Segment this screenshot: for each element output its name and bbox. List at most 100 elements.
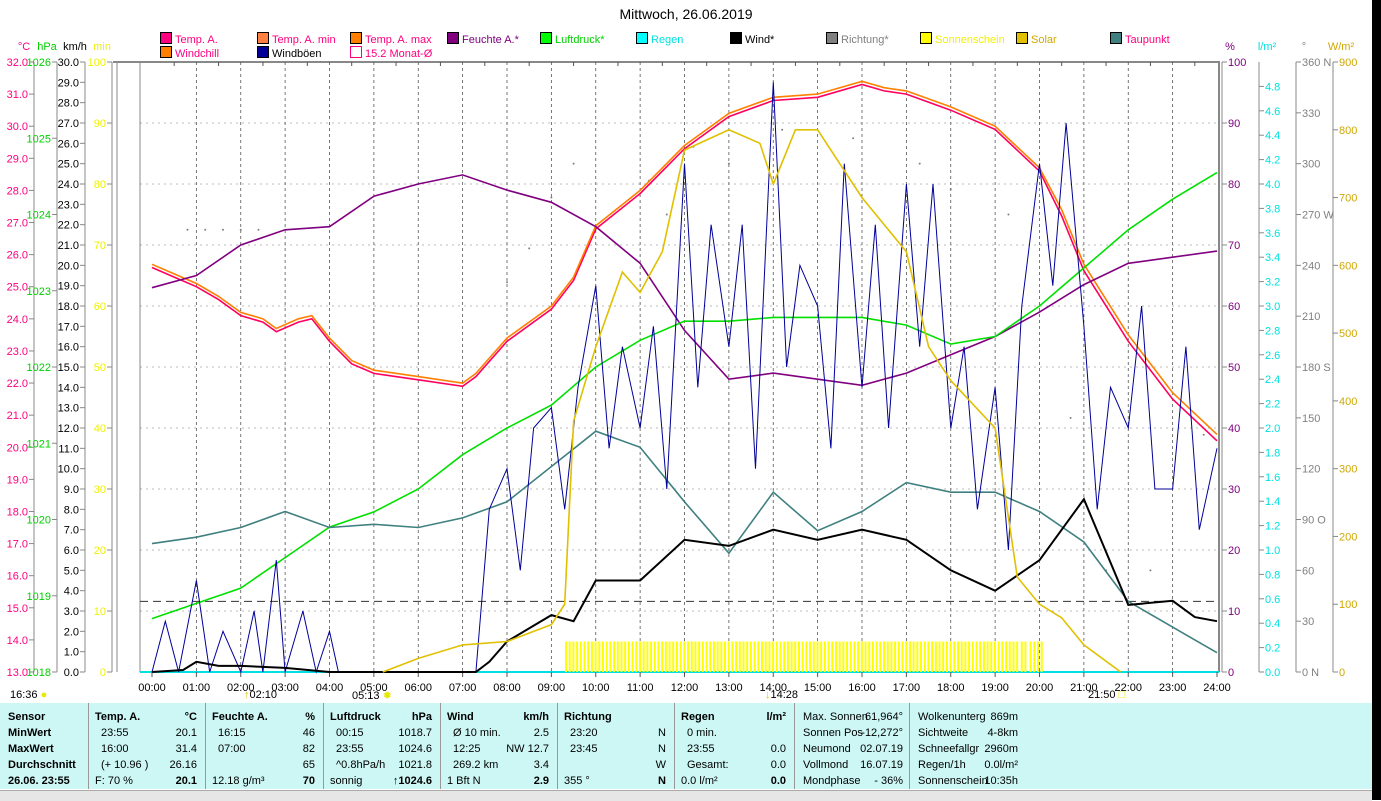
axis-tick-label-pct: 70 [1228, 240, 1240, 252]
x-tick-label: 10:00 [582, 682, 610, 694]
axis-tick-label-temp: 24.0 [7, 314, 28, 326]
row-label-max: MaxWert [8, 743, 54, 755]
axis-tick-label-rain: 1.0 [1265, 545, 1280, 557]
sensor-column: Sensor MinWert MaxWert Durchschnitt 26.0… [0, 703, 89, 789]
axis-tick-label-kmh: 13.0 [58, 403, 79, 415]
temp-column: Temp. A. °C 23:55 20.1 16:00 31.4 (+ 10.96 ) 26… [89, 703, 206, 789]
direction-point [572, 162, 575, 165]
x-tick-label: 13:00 [715, 682, 743, 694]
axis-tick-label-wm2: 900 [1339, 57, 1357, 69]
axis-tick-label-rain: 1.4 [1265, 496, 1280, 508]
luftdruck-row-label: 00:15 [336, 727, 364, 739]
wind-row-label: 269.2 km [453, 759, 499, 771]
luftdruck-row-value: 1024.6 [398, 743, 432, 755]
chart-canvas: 00:00 01:00 02:00 03:00 04:00 05:00 06:00 07:00… [7, 41, 1358, 694]
sonne-label: Mondphase [803, 775, 861, 787]
sun-icon: ✹ [382, 690, 392, 702]
axis-tick-label-temp: 23.0 [7, 346, 28, 358]
axis-tick-label-rain: 3.2 [1265, 277, 1280, 289]
direction-point [781, 128, 784, 131]
axis-tick-label-wm2: 500 [1339, 328, 1357, 340]
direction-point [727, 162, 730, 165]
axis-tick-label-kmh: 14.0 [58, 382, 79, 394]
axis-tick-label-kmh: 22.0 [58, 220, 79, 232]
axis-tick-label-kmh: 28.0 [58, 98, 79, 110]
axis-unit-temp: °C [18, 41, 30, 53]
axis-tick-label-min: 90 [94, 118, 106, 130]
row-label-min: MinWert [8, 727, 52, 739]
luftdruck-row-label: sonnig [330, 775, 363, 787]
axis-tick-label-pct: 100 [1228, 57, 1246, 69]
axis-tick-label-temp: 29.0 [7, 153, 28, 165]
wind-row-label: 1 Bft N [447, 775, 481, 787]
temp-row-value: 20.1 [175, 775, 197, 787]
axis-tick-label-temp: 28.0 [7, 185, 28, 197]
sonne-value: 61,964° [864, 711, 903, 723]
moonset-time: 16:36 [10, 689, 38, 701]
axis-tick-label-deg: 270 W [1302, 210, 1334, 222]
richtung-column: Richtung 23:20 N 23:45 N W 355 ° N [558, 703, 675, 789]
x-tick-label: 19:00 [981, 682, 1009, 694]
axis-tick-label-wm2: 0 [1339, 667, 1345, 679]
axis-tick-label-rain: 0.8 [1265, 569, 1280, 581]
temp-row-value: 20.1 [175, 727, 197, 739]
axis-tick-label-kmh: 18.0 [58, 301, 79, 313]
axis-tick-label-deg: 120 [1302, 464, 1320, 476]
axis-tick-label-kmh: 6.0 [64, 545, 79, 557]
regen-row-label: 0 min. [687, 727, 717, 739]
axis-unit-kmh: km/h [63, 41, 87, 53]
axis-tick-label-wm2: 700 [1339, 193, 1357, 205]
axis-tick-label-kmh: 15.0 [58, 362, 79, 374]
axis-tick-label-deg: 180 S [1302, 362, 1331, 374]
axis-tick-label-temp: 30.0 [7, 121, 28, 133]
axis-tick-label-min: 20 [94, 545, 106, 557]
row-label-current: 26.06. 23:55 [8, 775, 70, 787]
row-label-avg: Durchschnitt [8, 759, 76, 771]
sunrise-marker: 05:13 ✹ [352, 689, 392, 702]
axis-tick-label-kmh: 0.0 [64, 667, 79, 679]
direction-point [222, 228, 224, 231]
temp-row-value: 31.4 [175, 743, 197, 755]
temp-unit: °C [184, 711, 197, 723]
axis-unit-min: min [93, 41, 111, 53]
axis-tick-label-wm2: 600 [1339, 260, 1357, 272]
wolken-label: Schneefallgr [918, 743, 980, 755]
feuchte-row-value: 46 [302, 727, 315, 739]
statistics-panel: Sensor MinWert MaxWert Durchschnitt 26.0… [0, 703, 1372, 789]
regen-row-label: 23:55 [687, 743, 715, 755]
axis-tick-label-temp: 31.0 [7, 89, 28, 101]
x-tick-label: 01:00 [183, 682, 211, 694]
regen-row-value: 0.0 [770, 775, 786, 787]
regen-row-value: 0.0 [770, 743, 786, 755]
axis-tick-label-wm2: 400 [1339, 396, 1357, 408]
axis-tick-label-rain: 3.8 [1265, 203, 1280, 215]
axis-tick-label-temp: 17.0 [7, 539, 28, 551]
luftdruck-column: Luftdruck hPa 00:15 1018.7 23:55 1024.6 ^0.8hP… [324, 703, 441, 789]
axis-tick-label-rain: 1.6 [1265, 472, 1280, 484]
wolken-value: 2960m [984, 743, 1018, 755]
direction-point [528, 247, 531, 250]
direction-point [1007, 213, 1010, 216]
axis-unit-hpa: hPa [37, 41, 57, 53]
feuchte-row-value: 70 [302, 775, 315, 787]
axis-tick-label-pct: 40 [1228, 423, 1240, 435]
axis-tick-label-kmh: 3.0 [64, 606, 79, 618]
direction-point [949, 188, 952, 191]
axis-tick-label-kmh: 26.0 [58, 138, 79, 150]
axis-tick-label-hpa: 1020 [27, 515, 51, 527]
wind-row-value: 2.9 [533, 775, 549, 787]
wind-header: Wind [447, 711, 474, 723]
x-tick-label: 20:00 [1026, 682, 1054, 694]
luftdruck-row-label: ^0.8hPa/h [336, 759, 386, 771]
axis-tick-label-temp: 26.0 [7, 250, 28, 262]
axis-tick-label-temp: 20.0 [7, 442, 28, 454]
direction-point [204, 228, 207, 231]
axis-tick-label-temp: 15.0 [7, 603, 28, 615]
series-luftdruck- [151, 171, 1218, 620]
axis-tick-label-kmh: 17.0 [58, 321, 79, 333]
wind-unit: km/h [523, 711, 549, 723]
min-time: 02:10 [249, 689, 278, 701]
feuchte-row-label: 07:00 [218, 743, 246, 755]
feuchte-row-value: 82 [302, 743, 315, 755]
temp-row-label: 16:00 [101, 743, 129, 755]
